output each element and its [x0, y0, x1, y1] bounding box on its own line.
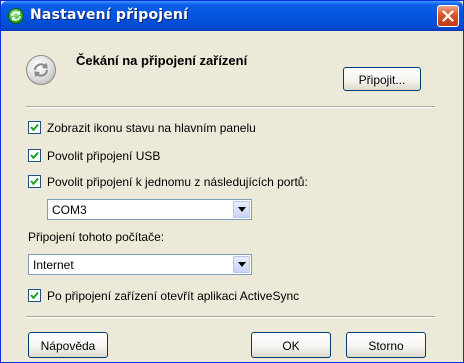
checkmark-icon [30, 177, 39, 186]
checkmark-icon [30, 291, 39, 300]
separator-bottom [26, 316, 435, 318]
connection-select-value: Internet [33, 258, 74, 272]
ok-button[interactable]: OK [251, 332, 331, 358]
connection-status-title: Čekání na připojení zařízení [76, 53, 248, 68]
show-status-icon-option[interactable]: Zobrazit ikonu stavu na hlavním panelu [28, 120, 348, 136]
allow-port-checkbox[interactable] [28, 175, 41, 188]
port-select-dropdown-button[interactable] [233, 201, 250, 218]
sync-arrows-icon [26, 55, 56, 85]
allow-port-label: Povolit připojení k jednomu z následujíc… [47, 175, 308, 189]
chevron-down-icon [238, 207, 246, 212]
cancel-button[interactable]: Storno [346, 332, 426, 358]
show-status-icon-label: Zobrazit ikonu stavu na hlavním panelu [47, 121, 256, 135]
separator-top [26, 106, 435, 108]
connection-select[interactable]: Internet [28, 254, 252, 275]
port-select-value: COM3 [52, 203, 87, 217]
help-button[interactable]: Nápověda [28, 332, 108, 358]
close-icon [442, 10, 454, 22]
allow-usb-checkbox[interactable] [28, 149, 41, 162]
window-title: Nastavení připojení [30, 7, 189, 23]
computer-connection-label: Připojení tohoto počítače: [28, 230, 165, 244]
show-status-icon-checkbox[interactable] [28, 121, 41, 134]
activesync-icon [8, 8, 24, 24]
open-activesync-label: Po připojení zařízení otevřít aplikaci A… [47, 289, 300, 303]
allow-usb-option[interactable]: Povolit připojení USB [28, 148, 228, 164]
allow-port-option[interactable]: Povolit připojení k jednomu z následujíc… [28, 174, 348, 190]
checkmark-icon [30, 123, 39, 132]
allow-usb-label: Povolit připojení USB [47, 149, 161, 163]
checkmark-icon [30, 151, 39, 160]
connect-button[interactable]: Připojit... [343, 67, 421, 91]
chevron-down-icon [238, 262, 246, 267]
connection-settings-dialog: Nastavení připojení Čekání na připojení … [0, 0, 464, 363]
port-select[interactable]: COM3 [47, 199, 252, 220]
open-activesync-option[interactable]: Po připojení zařízení otevřít aplikaci A… [28, 288, 368, 304]
title-bar[interactable]: Nastavení připojení [1, 1, 463, 31]
connection-select-dropdown-button[interactable] [233, 256, 250, 273]
open-activesync-checkbox[interactable] [28, 289, 41, 302]
close-button[interactable] [437, 5, 459, 27]
